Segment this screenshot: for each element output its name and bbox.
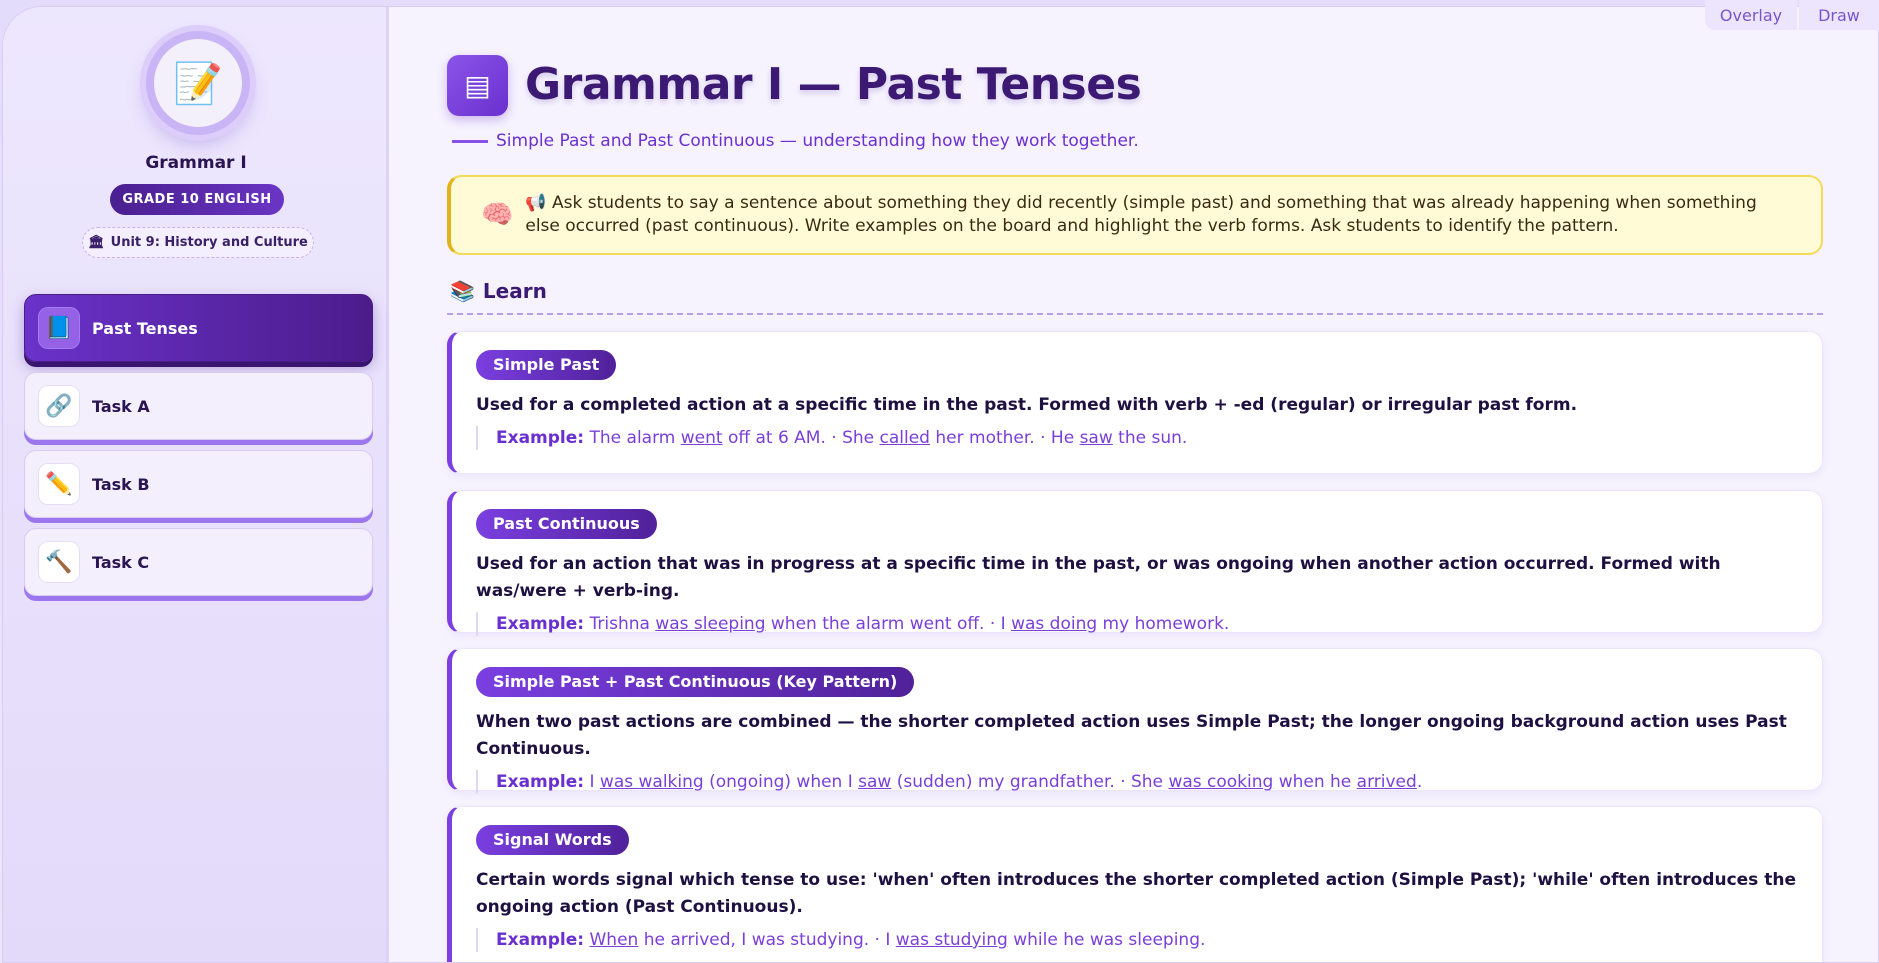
section-divider <box>447 313 1823 315</box>
teacher-note-text: 📢 Ask students to say a sentence about s… <box>525 192 1821 238</box>
example-text: (sudden) my grandfather. · She <box>891 772 1169 792</box>
example-text: when he <box>1273 772 1357 792</box>
card-example: Example: When he arrived, I was studying… <box>476 928 1798 952</box>
example-text: my homework. <box>1097 614 1230 634</box>
card-description: Used for a completed action at a specifi… <box>476 395 1578 415</box>
example-text: The alarm <box>589 428 681 448</box>
draw-button[interactable]: Draw <box>1799 0 1879 30</box>
example-text: Trishna <box>589 614 656 634</box>
example-text: off at 6 AM. · She <box>722 428 880 448</box>
card-tag: Simple Past <box>476 350 617 380</box>
example-text: her mother. · He <box>929 428 1080 448</box>
sidebar-title: Grammar I <box>145 153 247 173</box>
example-text: (ongoing) when I <box>703 772 859 792</box>
highlighted-verb: saw <box>1079 428 1113 448</box>
books-icon: 📚 <box>450 279 475 303</box>
sidebar: 📝 Grammar I GRADE 10 ENGLISH 🏛 Unit 9: H… <box>3 7 389 962</box>
example-text: while he was sleeping. <box>1007 930 1206 950</box>
museum-icon: 🏛 <box>88 235 105 250</box>
example-text: when the alarm went off. · I <box>765 614 1012 634</box>
brain-icon: 🧠 <box>481 200 514 230</box>
example-label: Example: <box>496 614 585 634</box>
learn-heading: 📚 Learn <box>450 279 547 303</box>
sidebar-item-task-b[interactable]: ✏️ Task B <box>24 450 373 518</box>
unit-label: Unit 9: History and Culture <box>110 235 308 250</box>
card-example: Example: Trishna was sleeping when the a… <box>476 612 1798 636</box>
highlighted-verb: was studying <box>895 930 1008 950</box>
example-text: I <box>589 772 600 792</box>
card-example: Example: I was walking (ongoing) when I … <box>476 770 1798 794</box>
example-label: Example: <box>496 428 585 448</box>
highlighted-verb: was cooking <box>1168 772 1274 792</box>
highlighted-verb: went <box>680 428 723 448</box>
highlighted-verb: was walking <box>599 772 704 792</box>
lesson-card: Signal Words Certain words signal which t… <box>447 806 1823 962</box>
overlay-button[interactable]: Overlay <box>1705 0 1797 30</box>
card-example: Example: The alarm went off at 6 AM. · S… <box>476 426 1798 450</box>
megaphone-icon: 📢 <box>525 193 547 213</box>
card-tag: Simple Past + Past Continuous (Key Patte… <box>476 667 915 697</box>
hammer-icon: 🔨 <box>38 541 80 583</box>
sidebar-item-label: Task C <box>92 552 150 572</box>
highlighted-verb: called <box>879 428 930 448</box>
highlighted-verb: saw <box>858 772 892 792</box>
card-description: When two past actions are combined — the… <box>476 712 1787 759</box>
sidebar-item-label: Task A <box>92 396 150 416</box>
sidebar-item-past-tenses[interactable]: 📘 Past Tenses <box>24 294 373 362</box>
card-description: Used for an action that was in progress … <box>476 554 1721 601</box>
top-toolbar: Overlay Draw <box>1705 0 1879 30</box>
page-subtitle: Simple Past and Past Continuous — unders… <box>496 131 1139 151</box>
note-body: Ask students to say a sentence about som… <box>525 193 1757 236</box>
example-text: the sun. <box>1112 428 1188 448</box>
card-description: Certain words signal which tense to use:… <box>476 870 1796 917</box>
example-text: he arrived, I was studying. · I <box>638 930 896 950</box>
example-text: . <box>1416 772 1423 792</box>
app-frame: 📝 Grammar I GRADE 10 ENGLISH 🏛 Unit 9: H… <box>2 6 1879 963</box>
memo-pencil-icon: 📝 <box>154 39 242 127</box>
sidebar-item-task-a[interactable]: 🔗 Task A <box>24 372 373 440</box>
highlighted-verb: arrived <box>1356 772 1417 792</box>
sidebar-item-task-c[interactable]: 🔨 Task C <box>24 528 373 596</box>
sidebar-item-label: Past Tenses <box>92 318 198 338</box>
lesson-card: Simple Past Used for a completed action a… <box>447 331 1823 474</box>
highlighted-verb: was sleeping <box>655 614 766 634</box>
learn-label: Learn <box>482 279 547 303</box>
avatar: 📝 <box>146 31 250 135</box>
page-title: Grammar I — Past Tenses <box>525 59 1142 110</box>
highlighted-verb: was doing <box>1011 614 1098 634</box>
unit-badge: 🏛 Unit 9: History and Culture <box>82 227 314 258</box>
link-icon: 🔗 <box>38 385 80 427</box>
highlighted-verb: When <box>589 930 639 950</box>
book-icon: 📘 <box>38 307 80 349</box>
teacher-note: 🧠 📢 Ask students to say a sentence about… <box>447 175 1823 255</box>
example-label: Example: <box>496 772 585 792</box>
example-label: Example: <box>496 930 585 950</box>
notebook-icon: ▤ <box>447 55 508 116</box>
lesson-card: Simple Past + Past Continuous (Key Patte… <box>447 648 1823 794</box>
pencil-icon: ✏️ <box>38 463 80 505</box>
sidebar-item-label: Task B <box>92 474 150 494</box>
lesson-card: Past Continuous Used for an action that w… <box>447 490 1823 636</box>
subtitle-accent <box>452 140 488 143</box>
card-tag: Past Continuous <box>476 509 657 539</box>
grade-badge: GRADE 10 ENGLISH <box>110 184 284 215</box>
sidebar-nav: 📘 Past Tenses 🔗 Task A ✏️ Task B 🔨 Task C <box>24 294 373 606</box>
card-tag: Signal Words <box>476 825 629 855</box>
